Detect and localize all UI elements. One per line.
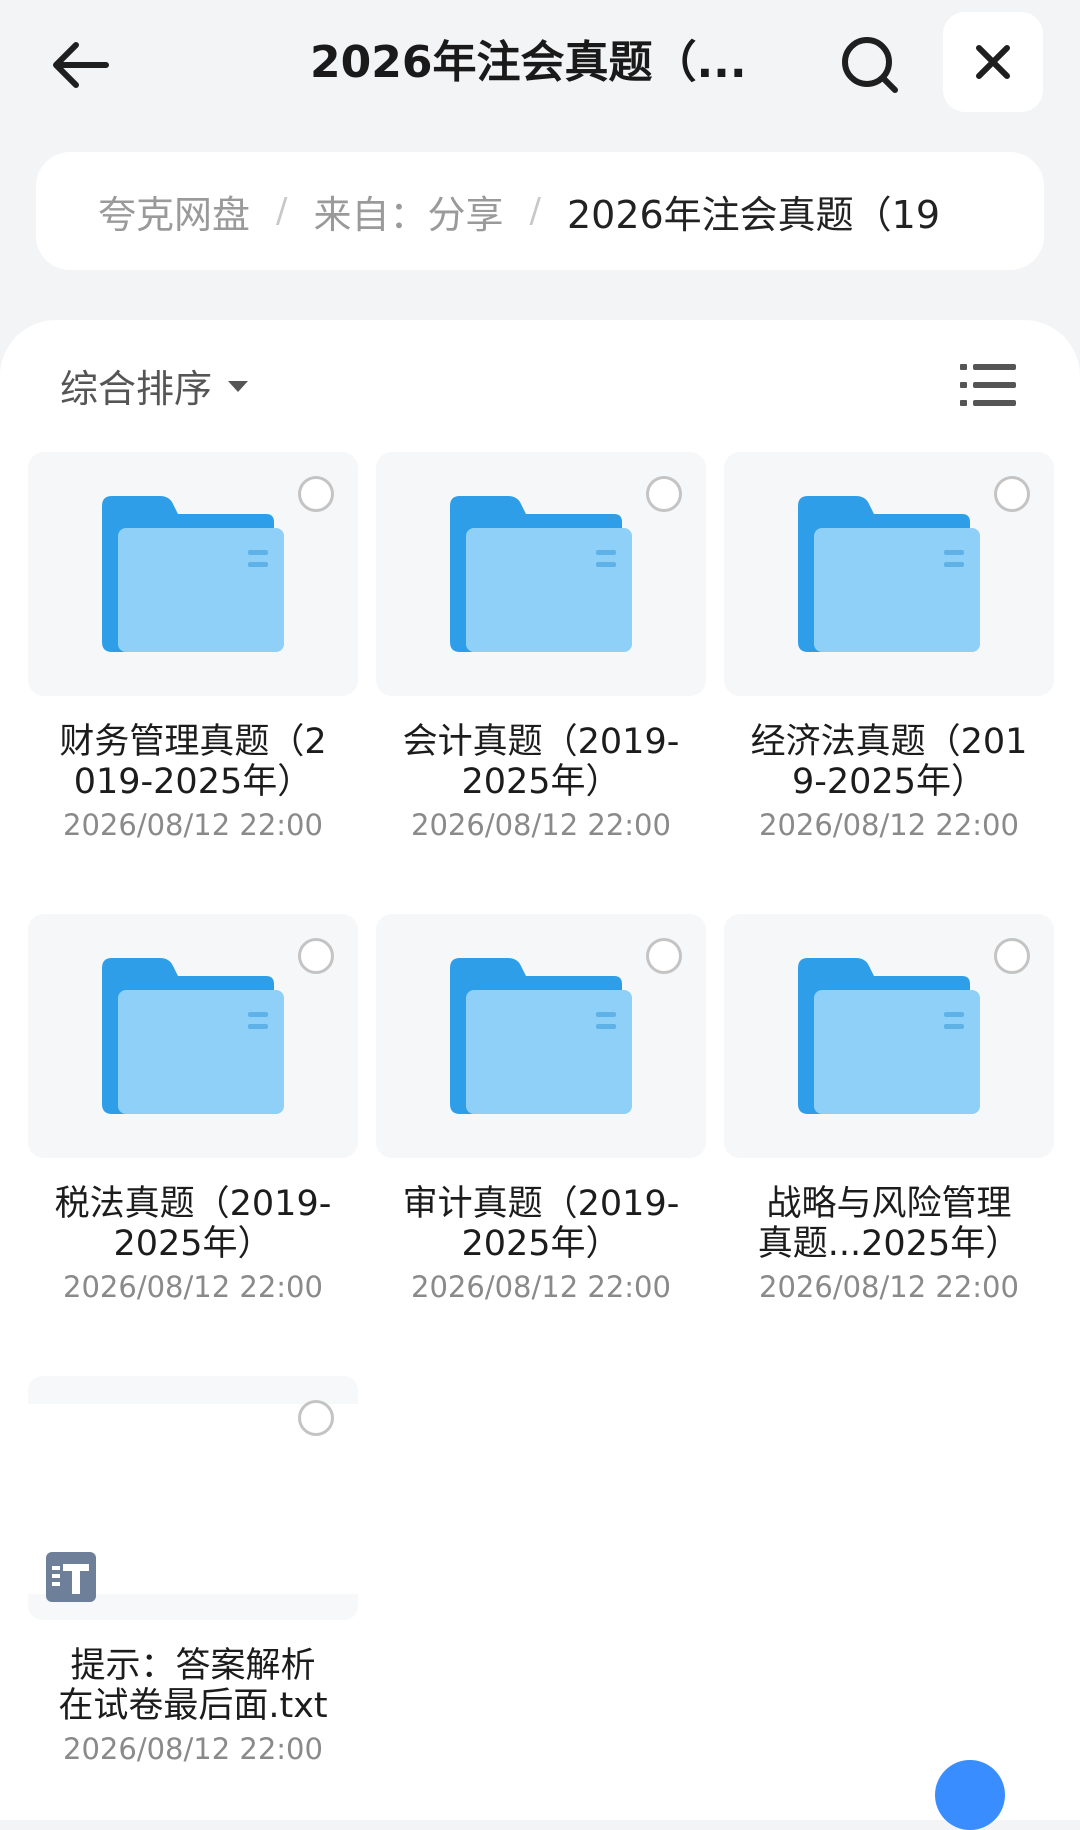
close-button[interactable]	[943, 12, 1043, 112]
item-name: 会计真题（2019- 2025年）	[402, 722, 680, 802]
dropdown-caret-icon	[228, 380, 249, 392]
folder-item[interactable]: 财务管理真题（2 019-2025年） 2026/08/12 22:00	[28, 452, 358, 852]
item-name: 经济法真题（201 9-2025年）	[750, 722, 1028, 802]
top-bar: 2026年注会真题（...	[0, 0, 1080, 130]
item-name: 审计真题（2019- 2025年）	[402, 1184, 680, 1264]
item-date: 2026/08/12 22:00	[759, 808, 1019, 842]
select-radio[interactable]	[298, 938, 334, 974]
item-date: 2026/08/12 22:00	[63, 1270, 323, 1304]
page-title: 2026年注会真题（...	[310, 37, 747, 88]
list-view-toggle[interactable]	[960, 362, 1016, 408]
search-button[interactable]	[835, 30, 905, 100]
item-name: 税法真题（2019- 2025年）	[54, 1184, 332, 1264]
folder-icon	[102, 496, 284, 652]
breadcrumb-separator: /	[529, 191, 541, 231]
item-date: 2026/08/12 22:00	[63, 1732, 323, 1766]
breadcrumb-item-current: 2026年注会真题（19	[566, 192, 941, 237]
folder-icon	[450, 958, 632, 1114]
breadcrumb: 夸克网盘 / 来自：分享 / 2026年注会真题（19	[36, 152, 1044, 270]
folder-item[interactable]: 审计真题（2019- 2025年） 2026/08/12 22:00	[376, 914, 706, 1314]
back-arrow-icon	[53, 42, 109, 88]
item-thumbnail	[28, 452, 358, 696]
file-list-panel: 综合排序 财务管理真题（2 019-2025年） 2026/08/12 22:0…	[0, 320, 1080, 1820]
item-thumbnail	[724, 452, 1054, 696]
list-view-icon	[960, 364, 1016, 406]
folder-item[interactable]: 战略与风险管理 真题...2025年） 2026/08/12 22:00	[724, 914, 1054, 1314]
item-thumbnail	[724, 914, 1054, 1158]
select-radio[interactable]	[298, 1400, 334, 1436]
item-name: 战略与风险管理 真题...2025年）	[757, 1184, 1021, 1264]
select-radio[interactable]	[994, 938, 1030, 974]
item-date: 2026/08/12 22:00	[63, 808, 323, 842]
back-button[interactable]	[45, 30, 115, 100]
folder-icon	[798, 958, 980, 1114]
item-thumbnail	[28, 914, 358, 1158]
sort-label: 综合排序	[60, 366, 213, 411]
select-radio[interactable]	[646, 476, 682, 512]
item-date: 2026/08/12 22:00	[411, 808, 671, 842]
select-radio[interactable]	[646, 938, 682, 974]
folder-icon	[102, 958, 284, 1114]
thumbnail-strip	[28, 1376, 358, 1404]
breadcrumb-item-root[interactable]: 夸克网盘	[98, 184, 250, 239]
file-item[interactable]: 提示：答案解析 在试卷最后面.txt 2026/08/12 22:00	[28, 1376, 358, 1776]
item-thumbnail	[28, 1376, 358, 1620]
folder-item[interactable]: 经济法真题（201 9-2025年） 2026/08/12 22:00	[724, 452, 1054, 852]
item-date: 2026/08/12 22:00	[411, 1270, 671, 1304]
txt-file-icon	[46, 1552, 96, 1602]
item-date: 2026/08/12 22:00	[759, 1270, 1019, 1304]
item-thumbnail	[376, 914, 706, 1158]
item-thumbnail	[376, 452, 706, 696]
folder-icon	[798, 496, 980, 652]
select-radio[interactable]	[994, 476, 1030, 512]
sort-dropdown[interactable]: 综合排序	[60, 360, 249, 411]
folder-item[interactable]: 税法真题（2019- 2025年） 2026/08/12 22:00	[28, 914, 358, 1314]
breadcrumb-item-share[interactable]: 来自：分享	[313, 184, 503, 239]
folder-item[interactable]: 会计真题（2019- 2025年） 2026/08/12 22:00	[376, 452, 706, 852]
select-radio[interactable]	[298, 476, 334, 512]
folder-icon	[450, 496, 632, 652]
search-icon	[842, 37, 898, 93]
item-name: 财务管理真题（2 019-2025年）	[59, 722, 327, 802]
floating-action-button[interactable]	[935, 1760, 1005, 1830]
item-name: 提示：答案解析 在试卷最后面.txt	[58, 1646, 328, 1726]
close-icon	[976, 45, 1010, 79]
breadcrumb-separator: /	[276, 191, 288, 231]
